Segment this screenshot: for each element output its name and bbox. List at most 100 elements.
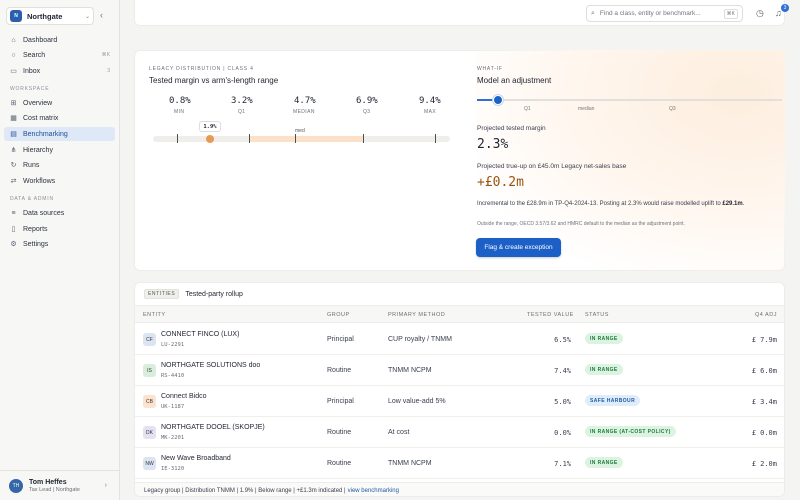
gear-icon: ⚙ (10, 241, 17, 248)
rollup-title: Tested-party rollup (185, 290, 243, 298)
fine-print: Outside the range, OECD 3.57/3.62 and HM… (477, 221, 685, 227)
entity-group: Routine (327, 429, 352, 436)
sidebar-item-data-sources[interactable]: ≡ Data sources (4, 206, 115, 220)
column-header-tested-value[interactable]: TESTED VALUE (527, 312, 574, 318)
trueup-value: +£0.2m (477, 175, 524, 190)
distribution-eyebrow: LEGACY DISTRIBUTION | CLASS 4 (149, 66, 254, 72)
whatif-title: Model an adjustment (477, 76, 552, 85)
range-tick-min (177, 134, 178, 143)
interquartile-range-bar (249, 136, 363, 142)
sidebar-item-hierarchy[interactable]: ⋔ Hierarchy (4, 143, 115, 157)
stat-q1-label: Q1 (238, 109, 246, 115)
incremental-text: Incremental to the £28.9m in TP-Q4-2024-… (477, 201, 723, 207)
notification-badge: 3 (781, 4, 789, 12)
table-row[interactable]: DK NORTHGATE DOOEL (SKOPJE) MK-2201 Routine… (135, 417, 784, 448)
section-label-data: DATA & ADMIN (10, 196, 54, 202)
search-input[interactable]: ⌕ Find a class, entity or benchmark... ⌘… (586, 5, 743, 22)
view-benchmarking-link[interactable]: view benchmarking (348, 488, 399, 494)
sidebar-item-label: Dashboard (23, 36, 58, 44)
workspace-switcher[interactable]: N Northgate ⌄ (6, 7, 94, 25)
search-placeholder: Find a class, entity or benchmark... (599, 10, 701, 17)
column-header-status[interactable]: STATUS (585, 312, 609, 318)
avatar: TH (9, 478, 23, 493)
entity-method: TNMM NCPM (388, 367, 432, 374)
entity-name: NORTHGATE SOLUTIONS doo (161, 362, 261, 369)
workspace-name: Northgate (27, 11, 63, 21)
sidebar-item-benchmarking[interactable]: ▤ Benchmarking (4, 127, 115, 141)
table-row[interactable]: CF CONNECT FINCO (LUX) LU-2291 Principal CUP… (135, 324, 784, 355)
sidebar-item-runs[interactable]: ↻ Runs (4, 158, 115, 172)
entity-code: RS-4410 (161, 373, 185, 379)
range-tick-median (295, 134, 296, 143)
column-header-method[interactable]: PRIMARY METHOD (388, 312, 445, 318)
entity-code: LU-2291 (161, 342, 185, 348)
collapse-sidebar-icon[interactable]: ‹ (100, 11, 103, 20)
shortcut-hint: ⌘K (101, 52, 110, 58)
history-icon[interactable]: ◷ (756, 8, 764, 19)
table-row[interactable]: NW New Wave Broadband IE-3120 Routine TNMM N… (135, 448, 784, 479)
tested-value-tooltip: 1.9% (199, 121, 221, 132)
user-menu[interactable]: TH Tom Heffes Tax Lead | Northgate › (0, 470, 119, 500)
tested-value-marker (206, 135, 214, 143)
search-icon: ○ (11, 51, 16, 59)
entity-group: Routine (327, 367, 352, 374)
entity-avatar: CF (143, 333, 156, 346)
sidebar-item-inbox[interactable]: ▭ Inbox 3 (4, 64, 115, 78)
entity-code: UK-1187 (161, 404, 185, 410)
status-badge: IN RANGE (AT-COST POLICY) (585, 426, 676, 437)
projected-margin-label: Projected tested margin (477, 125, 546, 132)
incremental-suffix: . (742, 201, 745, 207)
entity-code: MK-2201 (161, 435, 185, 441)
status-badge: IN RANGE (585, 333, 623, 344)
entities-tag: ENTITIES (144, 289, 180, 299)
table-row[interactable]: IS NORTHGATE SOLUTIONS doo RS-4410 Routine T… (135, 355, 784, 386)
incremental-note: Incremental to the £28.9m in TP-Q4-2024-… (477, 201, 782, 207)
entity-tested-value: 5.0% (554, 398, 571, 406)
footer-summary: Legacy group | Distribution TNMM | 1.9% … (144, 487, 346, 494)
chart-icon: ▤ (10, 131, 17, 138)
sidebar-item-settings[interactable]: ⚙ Settings (4, 237, 115, 251)
sidebar-item-cost-matrix[interactable]: ▦ Cost matrix (4, 111, 115, 125)
adjustment-slider-track[interactable] (477, 99, 782, 101)
entity-method: TNMM NCPM (388, 460, 432, 467)
sidebar-item-dashboard[interactable]: ⌂ Dashboard (4, 33, 115, 47)
range-tick-q3 (363, 134, 364, 143)
rollup-footer: Legacy group | Distribution TNMM | 1.9% … (135, 482, 784, 496)
sidebar-item-reports[interactable]: ▯ Reports (4, 222, 115, 236)
entity-tested-value: 6.5% (554, 336, 571, 344)
entity-q4-adj: £ 7.9m (751, 336, 777, 344)
sidebar-item-workflows[interactable]: ⇄ Workflows (4, 174, 115, 188)
stat-q3-value: 6.9% (356, 96, 378, 106)
sidebar-item-label: Overview (23, 99, 53, 107)
runs-icon: ↻ (10, 162, 17, 169)
column-header-q4-adj[interactable]: Q4 ADJ (755, 312, 777, 318)
sidebar-item-label: Search (23, 51, 46, 59)
section-label-workspace: WORKSPACE (10, 86, 50, 92)
sidebar-item-overview[interactable]: ⊞ Overview (4, 96, 115, 110)
slider-label-q1: Q1 (524, 106, 531, 112)
stat-q1-value: 3.2% (231, 96, 253, 106)
status-badge: IN RANGE (585, 364, 623, 375)
sidebar: N Northgate ⌄ ‹ ⌂ Dashboard ○ Search ⌘K … (0, 0, 120, 500)
entity-name: Connect Bidco (161, 393, 207, 400)
sidebar-item-search[interactable]: ○ Search ⌘K (4, 48, 115, 62)
flag-exception-button[interactable]: Flag & create exception (476, 238, 561, 257)
chevron-right-icon: › (104, 482, 107, 489)
column-header-entity[interactable]: ENTITY (143, 312, 166, 318)
table-icon: ▦ (10, 115, 17, 122)
entity-tested-value: 0.0% (554, 429, 571, 437)
table-row[interactable]: CB Connect Bidco UK-1187 Principal Low value… (135, 386, 784, 417)
entity-name: NORTHGATE DOOEL (SKOPJE) (161, 424, 265, 431)
search-icon: ⌕ (591, 9, 595, 17)
whatif-eyebrow: WHAT-IF (477, 66, 503, 72)
adjustment-slider-handle[interactable] (493, 95, 503, 105)
entity-name: New Wave Broadband (161, 455, 231, 462)
workflow-icon: ⇄ (10, 178, 17, 185)
sidebar-item-label: Reports (23, 225, 48, 233)
column-header-group[interactable]: GROUP (327, 312, 350, 318)
database-icon: ≡ (11, 209, 16, 217)
sidebar-item-label: Settings (23, 240, 49, 248)
stat-median-label: MEDIAN (293, 109, 315, 115)
entity-avatar: DK (143, 426, 156, 439)
range-tick-q1 (249, 134, 250, 143)
